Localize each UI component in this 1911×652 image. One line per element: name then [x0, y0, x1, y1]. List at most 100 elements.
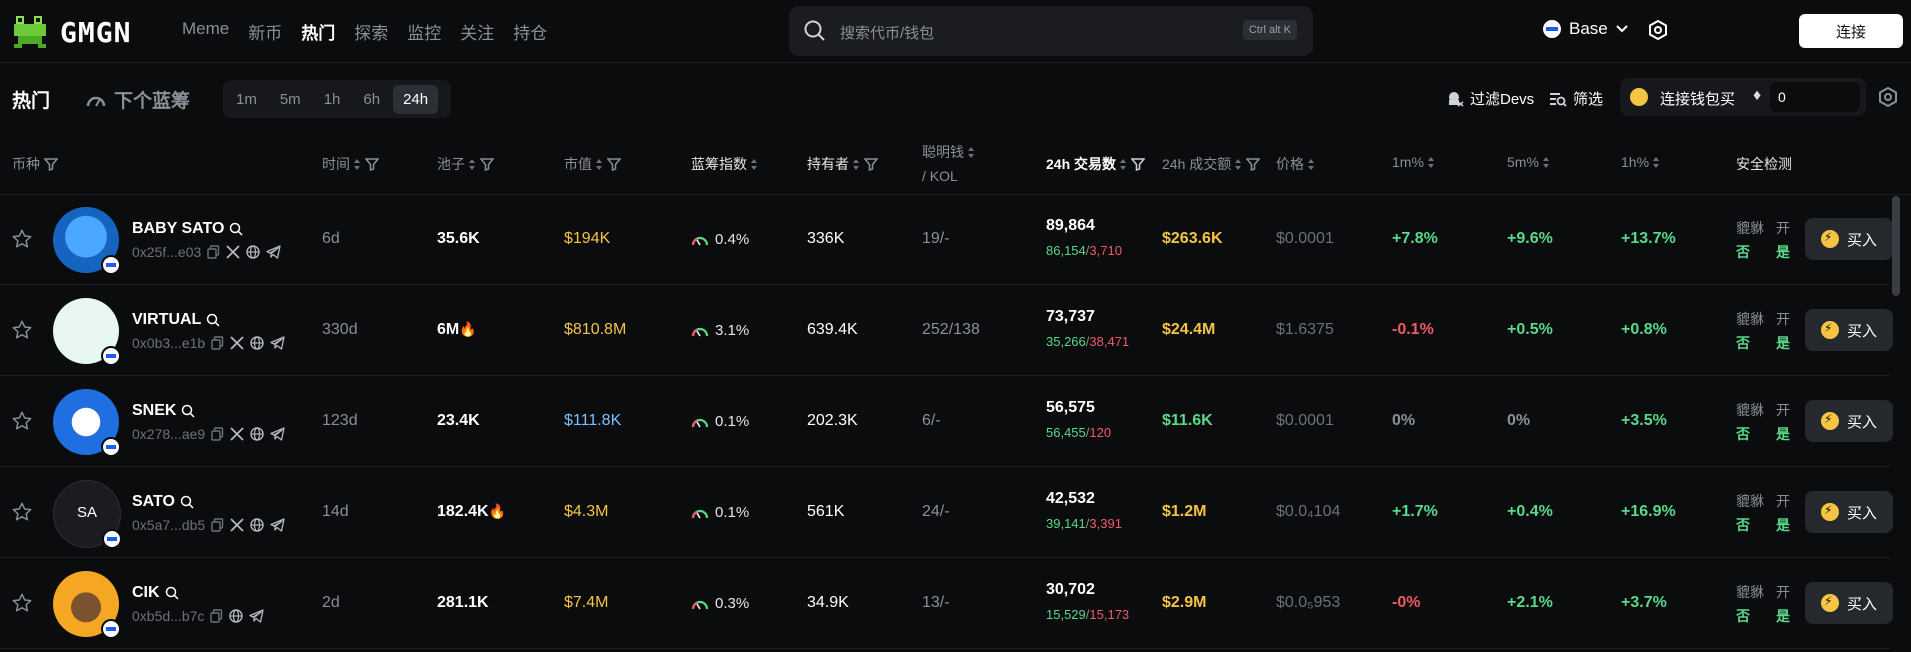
- period-5m[interactable]: 5m: [270, 85, 311, 114]
- telegram-icon[interactable]: [249, 609, 265, 623]
- token-avatar[interactable]: [53, 571, 121, 639]
- nav-item-new[interactable]: 新币: [248, 19, 282, 44]
- table-row[interactable]: SA SATO 0x5a7...db5 14d 182.4K🔥 $4.3M 0.1% 561K…: [0, 467, 1893, 558]
- col-mcap[interactable]: 市值: [564, 154, 621, 174]
- copy-icon[interactable]: [211, 518, 224, 532]
- scrollbar[interactable]: [1892, 196, 1900, 296]
- buy-button[interactable]: 买入: [1805, 218, 1893, 260]
- period-1m[interactable]: 1m: [226, 85, 267, 114]
- copy-icon[interactable]: [211, 336, 224, 350]
- filter-icon[interactable]: [607, 157, 621, 171]
- table-row[interactable]: BABY SATO 0x25f...e03 6d 35.6K $194K 0.4% 336K…: [0, 194, 1893, 285]
- favorite-star-icon[interactable]: [11, 228, 33, 255]
- globe-icon[interactable]: [229, 609, 244, 623]
- favorite-star-icon[interactable]: [11, 410, 33, 437]
- telegram-icon[interactable]: [270, 427, 285, 441]
- nav-item-holdings[interactable]: 持仓: [513, 19, 547, 44]
- favorite-star-icon[interactable]: [11, 501, 33, 528]
- address-text[interactable]: 0x25f...e03: [132, 244, 201, 260]
- period-1h[interactable]: 1h: [314, 85, 351, 114]
- chain-selector[interactable]: Base: [1543, 19, 1628, 39]
- col-bluechip[interactable]: 蓝筹指数: [691, 154, 758, 174]
- copy-icon[interactable]: [207, 245, 220, 259]
- period-6h[interactable]: 6h: [353, 85, 390, 114]
- favorite-star-icon[interactable]: [11, 319, 33, 346]
- copy-icon[interactable]: [210, 609, 223, 623]
- telegram-icon[interactable]: [270, 336, 285, 350]
- col-txs[interactable]: 24h 交易数: [1046, 154, 1146, 174]
- token-name[interactable]: BABY SATO: [132, 220, 243, 238]
- col-pool[interactable]: 池子: [437, 154, 494, 174]
- tab-next-bluechip[interactable]: 下个蓝筹: [86, 86, 190, 113]
- wallet-buy-panel[interactable]: 连接钱包买 ♦ 0: [1620, 78, 1866, 116]
- address-text[interactable]: 0x0b3...e1b: [132, 335, 205, 351]
- address-text[interactable]: 0x278...ae9: [132, 426, 205, 442]
- tab-trending[interactable]: 热门: [12, 86, 50, 113]
- search-icon[interactable]: [206, 313, 220, 327]
- token-avatar[interactable]: [53, 389, 121, 457]
- col-smart-money[interactable]: 聪明钱 / KOL: [922, 142, 975, 184]
- favorite-star-icon[interactable]: [11, 592, 33, 619]
- address-text[interactable]: 0x5a7...db5: [132, 517, 205, 533]
- token-name[interactable]: VIRTUAL: [132, 311, 220, 329]
- globe-icon[interactable]: [250, 427, 264, 441]
- buy-button[interactable]: 买入: [1805, 400, 1893, 442]
- col-volume[interactable]: 24h 成交额: [1162, 154, 1261, 174]
- globe-icon[interactable]: [250, 518, 264, 532]
- filter-icon[interactable]: [365, 157, 379, 171]
- filter-devs-button[interactable]: 过滤Devs: [1446, 88, 1534, 109]
- buy-amount-input[interactable]: 0: [1770, 82, 1860, 112]
- globe-icon[interactable]: [250, 336, 264, 350]
- telegram-icon[interactable]: [270, 518, 285, 532]
- filter-icon[interactable]: [44, 157, 58, 171]
- connect-button[interactable]: 连接: [1799, 14, 1903, 48]
- buy-button[interactable]: 买入: [1805, 309, 1893, 351]
- col-price[interactable]: 价格: [1276, 154, 1315, 174]
- screen-button[interactable]: 筛选: [1549, 88, 1603, 109]
- col-age[interactable]: 时间: [322, 154, 379, 174]
- settings-gear-icon[interactable]: [1648, 20, 1668, 40]
- x-twitter-icon[interactable]: [230, 336, 244, 350]
- copy-icon[interactable]: [211, 427, 224, 441]
- col-1m[interactable]: 1m%: [1392, 154, 1435, 170]
- filter-icon[interactable]: [1131, 157, 1146, 171]
- col-1h[interactable]: 1h%: [1621, 154, 1660, 170]
- x-twitter-icon[interactable]: [230, 518, 244, 532]
- token-name[interactable]: SNEK: [132, 402, 195, 420]
- buy-button[interactable]: 买入: [1805, 582, 1893, 624]
- nav-item-meme[interactable]: Meme: [182, 19, 229, 44]
- search-icon[interactable]: [165, 586, 179, 600]
- table-row[interactable]: SNEK 0x278...ae9 123d 23.4K $111.8K 0.1% 202.3…: [0, 376, 1893, 467]
- token-name[interactable]: SATO: [132, 493, 194, 511]
- x-twitter-icon[interactable]: [230, 427, 244, 441]
- x-twitter-icon[interactable]: [226, 245, 240, 259]
- telegram-icon[interactable]: [266, 245, 281, 259]
- period-24h[interactable]: 24h: [393, 84, 439, 114]
- token-avatar[interactable]: SA: [53, 480, 122, 549]
- nav-item-monitor[interactable]: 监控: [407, 19, 441, 44]
- nav-item-trending[interactable]: 热门: [301, 19, 335, 44]
- search-icon[interactable]: [229, 222, 243, 236]
- token-name[interactable]: CIK: [132, 584, 179, 602]
- col-holders[interactable]: 持有者: [807, 154, 878, 174]
- filter-icon[interactable]: [480, 157, 494, 171]
- search-input[interactable]: 搜索代币/钱包 Ctrl alt K: [789, 6, 1313, 56]
- logo[interactable]: GMGN: [12, 14, 131, 50]
- filter-icon[interactable]: [864, 157, 878, 171]
- nav-item-follow[interactable]: 关注: [460, 19, 494, 44]
- search-icon[interactable]: [180, 495, 194, 509]
- token-avatar[interactable]: [53, 207, 121, 275]
- table-row[interactable]: VIRTUAL 0x0b3...e1b 330d 6M🔥 $810.8M 3.1% 639.…: [0, 285, 1893, 376]
- table-settings-icon[interactable]: [1878, 87, 1898, 107]
- search-icon[interactable]: [181, 404, 195, 418]
- filter-icon[interactable]: [1246, 157, 1261, 171]
- buy-button[interactable]: 买入: [1805, 491, 1893, 533]
- globe-icon[interactable]: [246, 245, 260, 259]
- col-coin[interactable]: 币种: [12, 154, 58, 174]
- nav-item-explore[interactable]: 探索: [354, 19, 388, 44]
- sort-icon: [1120, 158, 1127, 170]
- table-row[interactable]: CIK 0xb5d...b7c 2d 281.1K $7.4M 0.3% 34.9K 13/-…: [0, 558, 1893, 649]
- token-avatar[interactable]: [53, 298, 121, 366]
- col-5m[interactable]: 5m%: [1507, 154, 1550, 170]
- address-text[interactable]: 0xb5d...b7c: [132, 608, 204, 624]
